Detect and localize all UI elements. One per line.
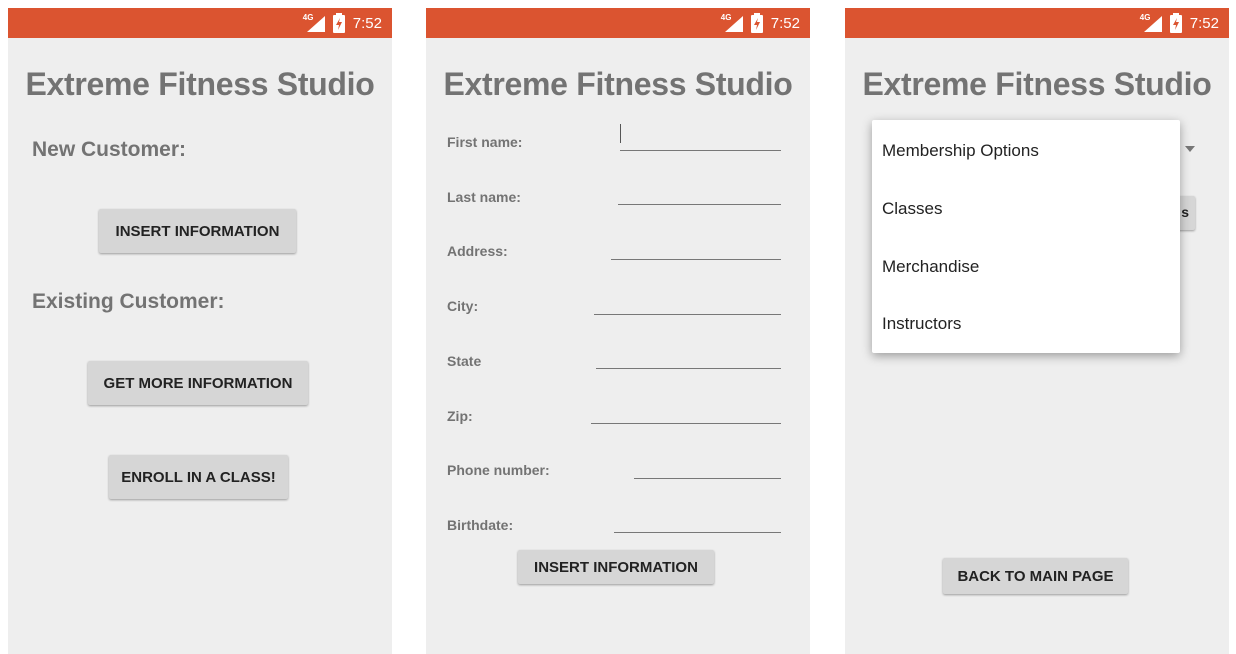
existing-customer-label: Existing Customer: — [32, 290, 225, 313]
address-field[interactable] — [611, 259, 781, 260]
first-name-field[interactable] — [620, 150, 781, 151]
dropdown-option-instructors[interactable]: Instructors — [882, 314, 961, 334]
dropdown-menu: Membership Options Classes Merchandise I… — [872, 120, 1180, 353]
status-icons: 4G 7:52 — [1138, 8, 1219, 38]
battery-charging-icon — [750, 13, 763, 33]
state-label: State — [447, 353, 482, 369]
page-title: Extreme Fitness Studio — [862, 66, 1212, 102]
status-icons: 4G 7:52 — [301, 8, 382, 38]
status-bar: 4G 7:52 — [426, 8, 810, 38]
page-title: Extreme Fitness Studio — [443, 66, 793, 102]
clock: 7:52 — [770, 14, 800, 32]
dropdown-arrow-icon[interactable] — [1185, 146, 1195, 152]
phone-screen-form: 4G 7:52 Extreme Fitness Studio First nam… — [426, 8, 810, 654]
signal-icon: 4G — [1138, 13, 1164, 33]
zip-label: Zip: — [447, 408, 473, 424]
dropdown-option-merchandise[interactable]: Merchandise — [882, 257, 979, 277]
phone-screen-main: 4G 7:52 Extreme Fitness Studio New Custo… — [8, 8, 392, 654]
insert-information-button[interactable]: INSERT INFORMATION — [99, 209, 296, 253]
battery-charging-icon — [1169, 13, 1182, 33]
page-title: Extreme Fitness Studio — [25, 66, 375, 102]
birthdate-field[interactable] — [614, 532, 781, 533]
zip-field[interactable] — [591, 423, 781, 424]
first-name-label: First name: — [447, 134, 523, 150]
birthdate-label: Birthdate: — [447, 517, 514, 533]
new-customer-label: New Customer: — [32, 138, 187, 161]
status-bar: 4G 7:52 — [8, 8, 392, 38]
state-field[interactable] — [596, 368, 781, 369]
phone-number-label: Phone number: — [447, 462, 550, 478]
last-name-field[interactable] — [618, 204, 781, 205]
dropdown-option-classes[interactable]: Classes — [882, 199, 942, 219]
phone-screen-info: 4G 7:52 Extreme Fitness Studio s Members… — [845, 8, 1229, 654]
text-cursor — [620, 124, 621, 143]
city-label: City: — [447, 298, 479, 314]
clock: 7:52 — [352, 14, 382, 32]
back-to-main-page-button[interactable]: BACK TO MAIN PAGE — [943, 558, 1128, 594]
battery-charging-icon — [332, 13, 345, 33]
insert-information-button[interactable]: INSERT INFORMATION — [518, 550, 714, 584]
signal-icon: 4G — [301, 13, 327, 33]
dropdown-option-membership[interactable]: Membership Options — [882, 141, 1039, 161]
status-bar: 4G 7:52 — [845, 8, 1229, 38]
partially-hidden-button-label: s — [1181, 204, 1189, 220]
phone-number-field[interactable] — [634, 478, 781, 479]
get-more-information-button[interactable]: GET MORE INFORMATION — [88, 361, 308, 405]
status-icons: 4G 7:52 — [719, 8, 800, 38]
last-name-label: Last name: — [447, 189, 521, 205]
clock: 7:52 — [1189, 14, 1219, 32]
address-label: Address: — [447, 243, 508, 259]
enroll-class-button[interactable]: ENROLL IN A CLASS! — [109, 455, 288, 499]
signal-icon: 4G — [719, 13, 745, 33]
city-field[interactable] — [594, 314, 781, 315]
